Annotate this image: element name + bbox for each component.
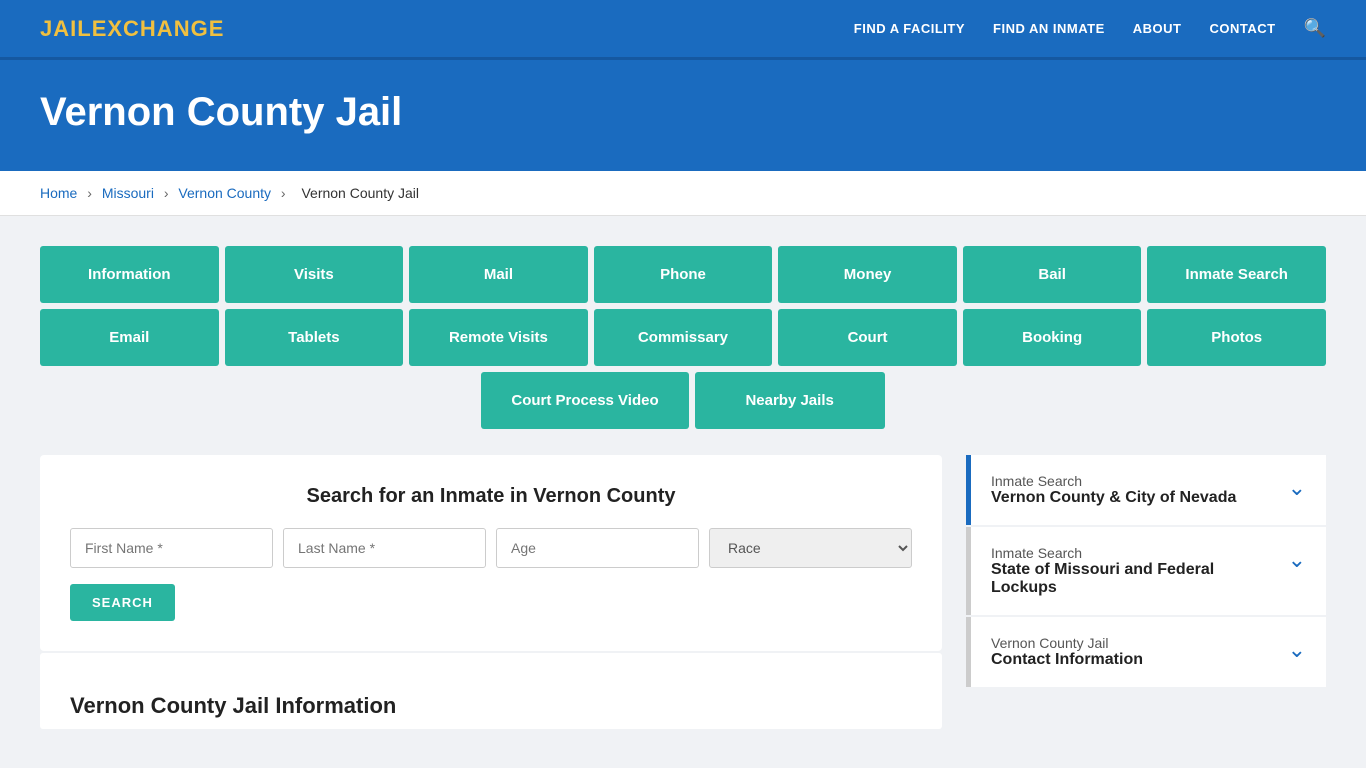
chevron-down-icon-1: ⌄ — [1288, 475, 1306, 501]
sidebar: Inmate Search Vernon County & City of Ne… — [966, 455, 1326, 689]
last-name-input[interactable] — [283, 528, 486, 568]
main-nav: FIND A FACILITY FIND AN INMATE ABOUT CON… — [854, 18, 1326, 39]
breadcrumb-sep-3: › — [281, 185, 286, 201]
breadcrumb: Home › Missouri › Vernon County › Vernon… — [0, 171, 1366, 216]
search-panel: Search for an Inmate in Vernon County Ra… — [40, 455, 942, 651]
breadcrumb-sep-1: › — [87, 185, 92, 201]
breadcrumb-missouri[interactable]: Missouri — [102, 185, 154, 201]
main-area: Information Visits Mail Phone Money Bail… — [0, 216, 1366, 759]
btn-money[interactable]: Money — [778, 246, 957, 303]
page-title: Vernon County Jail — [40, 90, 1326, 135]
btn-bail[interactable]: Bail — [963, 246, 1142, 303]
info-section-title: Vernon County Jail Information — [70, 673, 912, 719]
sidebar-title-3: Contact Information — [991, 651, 1278, 669]
nav-about[interactable]: ABOUT — [1133, 21, 1182, 36]
search-button[interactable]: SEARCH — [70, 584, 175, 621]
age-input[interactable] — [496, 528, 699, 568]
btn-email[interactable]: Email — [40, 309, 219, 366]
btn-nearby-jails[interactable]: Nearby Jails — [695, 372, 885, 429]
sidebar-item-inmate-search-local[interactable]: Inmate Search Vernon County & City of Ne… — [966, 455, 1326, 525]
sidebar-label-3: Vernon County Jail — [991, 635, 1278, 651]
btn-commissary[interactable]: Commissary — [594, 309, 773, 366]
breadcrumb-vernon-county[interactable]: Vernon County — [178, 185, 271, 201]
info-section: Vernon County Jail Information — [40, 653, 942, 729]
btn-booking[interactable]: Booking — [963, 309, 1142, 366]
left-column: Search for an Inmate in Vernon County Ra… — [40, 455, 942, 729]
breadcrumb-current: Vernon County Jail — [301, 185, 419, 201]
btn-visits[interactable]: Visits — [225, 246, 404, 303]
search-fields: Race White Black Hispanic Asian Other — [70, 528, 912, 568]
search-icon[interactable]: 🔍 — [1304, 18, 1326, 39]
btn-phone[interactable]: Phone — [594, 246, 773, 303]
logo-exchange: EXCHANGE — [92, 16, 225, 41]
site-logo[interactable]: JAILEXCHANGE — [40, 16, 224, 42]
hero-banner: Vernon County Jail — [0, 60, 1366, 171]
btn-court-process-video[interactable]: Court Process Video — [481, 372, 688, 429]
breadcrumb-sep-2: › — [164, 185, 169, 201]
btn-photos[interactable]: Photos — [1147, 309, 1326, 366]
sidebar-title-1: Vernon County & City of Nevada — [991, 489, 1278, 507]
logo-jail: JAIL — [40, 16, 92, 41]
btn-inmate-search[interactable]: Inmate Search — [1147, 246, 1326, 303]
sidebar-label-2: Inmate Search — [991, 545, 1278, 561]
sidebar-item-inmate-search-state[interactable]: Inmate Search State of Missouri and Fede… — [966, 527, 1326, 615]
race-select[interactable]: Race White Black Hispanic Asian Other — [709, 528, 912, 568]
breadcrumb-home[interactable]: Home — [40, 185, 77, 201]
nav-contact[interactable]: CONTACT — [1209, 21, 1275, 36]
nav-button-row-2: Email Tablets Remote Visits Commissary C… — [40, 309, 1326, 366]
site-header: JAILEXCHANGE FIND A FACILITY FIND AN INM… — [0, 0, 1366, 60]
nav-button-row-3: Court Process Video Nearby Jails — [40, 372, 1326, 429]
nav-find-facility[interactable]: FIND A FACILITY — [854, 21, 965, 36]
sidebar-item-contact[interactable]: Vernon County Jail Contact Information ⌄ — [966, 617, 1326, 687]
btn-remote-visits[interactable]: Remote Visits — [409, 309, 588, 366]
sidebar-label-1: Inmate Search — [991, 473, 1278, 489]
sidebar-title-2: State of Missouri and Federal Lockups — [991, 561, 1278, 597]
chevron-down-icon-2: ⌄ — [1288, 547, 1306, 573]
search-panel-title: Search for an Inmate in Vernon County — [70, 485, 912, 508]
chevron-down-icon-3: ⌄ — [1288, 637, 1306, 663]
btn-information[interactable]: Information — [40, 246, 219, 303]
nav-button-row-1: Information Visits Mail Phone Money Bail… — [40, 246, 1326, 303]
btn-court[interactable]: Court — [778, 309, 957, 366]
lower-section: Search for an Inmate in Vernon County Ra… — [40, 455, 1326, 729]
btn-mail[interactable]: Mail — [409, 246, 588, 303]
nav-find-inmate[interactable]: FIND AN INMATE — [993, 21, 1105, 36]
btn-tablets[interactable]: Tablets — [225, 309, 404, 366]
first-name-input[interactable] — [70, 528, 273, 568]
